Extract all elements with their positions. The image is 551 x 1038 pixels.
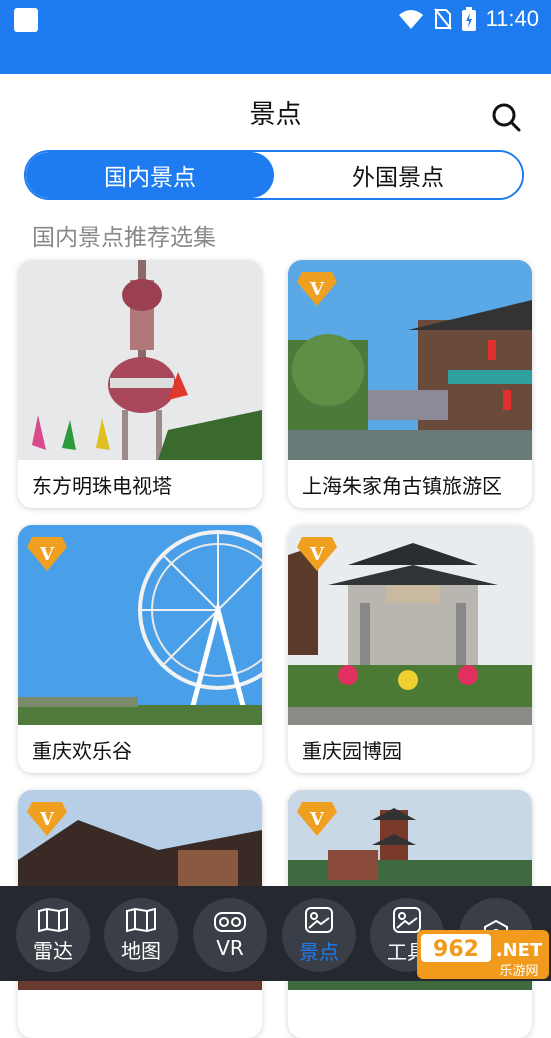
vip-badge-icon: V (297, 272, 337, 306)
page-title: 景点 (249, 100, 302, 130)
attraction-card[interactable]: 东方明珠电视塔 (18, 260, 262, 508)
header-band (0, 38, 551, 74)
attraction-name: 上海朱家角古镇旅游区 (302, 474, 502, 498)
attraction-name: 东方明珠电视塔 (32, 474, 172, 498)
section-title: 国内景点推荐选集 (32, 225, 216, 251)
svg-text:V: V (39, 809, 55, 830)
attraction-card[interactable]: V 重庆园博园 (288, 525, 532, 773)
attraction-card[interactable]: V 上海朱家角古镇旅游区 (288, 260, 532, 508)
wifi-icon (398, 10, 423, 29)
search-icon[interactable] (489, 100, 523, 134)
nav-radar[interactable]: 雷达 (16, 898, 90, 972)
attraction-photo (18, 260, 262, 460)
vip-badge-icon: V (297, 537, 337, 571)
attraction-name: 重庆园博园 (302, 739, 402, 763)
watermark-logo: 962 .NET 乐游网 (417, 930, 549, 979)
svg-text:乐游网: 乐游网 (499, 964, 538, 979)
attraction-card[interactable]: V 重庆欢乐谷 (18, 525, 262, 773)
svg-text:962: 962 (433, 937, 479, 962)
status-bar: 11:40 (0, 0, 551, 38)
battery-icon (461, 7, 476, 31)
svg-text:V: V (309, 544, 325, 565)
vip-badge-icon: V (297, 802, 337, 836)
svg-text:V: V (309, 279, 325, 300)
map-icon (126, 907, 156, 932)
scenery-icon (305, 906, 333, 933)
nav-map[interactable]: 地图 (104, 898, 178, 972)
status-icons: 11:40 (398, 6, 539, 32)
map-icon (38, 907, 68, 932)
vr-icon (214, 912, 246, 932)
vip-badge-icon: V (27, 537, 67, 571)
vip-badge-icon: V (27, 802, 67, 836)
nav-scenery[interactable]: 景点 (282, 898, 356, 972)
category-tabs: 国内景点 外国景点 (24, 150, 524, 200)
attraction-name: 重庆欢乐谷 (32, 739, 132, 763)
tab-foreign[interactable]: 外国景点 (274, 152, 522, 198)
no-sim-icon (433, 8, 452, 30)
nav-vr[interactable]: VR (193, 898, 267, 972)
svg-text:V: V (39, 544, 55, 565)
clock: 11:40 (485, 6, 539, 31)
tab-domestic[interactable]: 国内景点 (26, 152, 274, 198)
notification-icon (14, 8, 38, 32)
svg-text:.NET: .NET (496, 940, 543, 961)
svg-text:V: V (309, 809, 325, 830)
title-bar: 景点 (0, 74, 551, 150)
